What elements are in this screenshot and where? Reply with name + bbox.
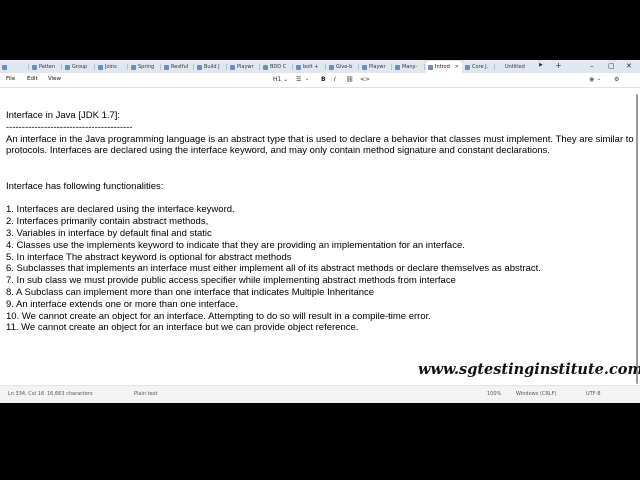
list-item: 2. Interfaces primarily contain abstract… [6,216,209,228]
doc-divider: ---------------------------------------- [6,121,133,133]
list-item: 4. Classes use the implements keyword to… [6,239,465,251]
tab[interactable]: Spring [129,61,161,73]
menu-bar: File Edit View H1 ⌄ ☰ ⌄ B I ⛓ <> ◉ ⌄ ⚙ [0,73,640,88]
doc-title: Interface in Java [JDK 1.7]: [6,110,121,121]
file-icon [465,64,470,70]
file-icon [32,64,37,70]
tab[interactable]: Patten [30,61,62,73]
copilot-icon[interactable]: ◉ [589,76,594,83]
new-tab-button[interactable]: + [555,61,562,71]
vertical-scrollbar[interactable] [634,88,640,388]
character-count: 16,663 characters [47,391,93,397]
file-icon [329,64,334,70]
tab[interactable] [0,61,29,73]
doc-intro-paragraph: An interface in the Java programming lan… [6,133,634,157]
tab[interactable]: Group [63,61,95,73]
menu-edit[interactable]: Edit [27,76,38,82]
list-item: 6. Subclasses that implements an interfa… [6,263,541,275]
file-icon [197,64,202,70]
file-icon [131,64,136,70]
chevron-right-icon[interactable]: ▶ [539,62,543,68]
list-icon[interactable]: ☰ [296,76,301,83]
heading-dropdown[interactable]: H1 ⌄ [273,76,288,83]
file-format[interactable]: Plain text [134,391,157,397]
tab[interactable]: BDD C [261,61,293,73]
list-item: 9. An interface extends one or more than… [6,298,238,310]
file-icon [65,64,70,70]
tab-active[interactable]: Introd ✕ [426,61,462,73]
line-ending[interactable]: Windows (CRLF) [516,391,556,397]
list-item: 7. In sub class we must provide public a… [6,275,456,287]
tab[interactable]: Core J. [463,61,495,73]
chevron-down-icon: ⌄ [283,76,289,83]
doc-subheading: Interface has following functionalities: [6,180,164,192]
tab[interactable]: Build J [195,61,227,73]
maximize-icon[interactable]: ▢ [608,61,615,71]
list-item: 1. Interfaces are declared using the int… [6,204,235,216]
tab[interactable]: Give-b [327,61,359,73]
list-item: 10. We cannot create an object for an in… [6,310,431,322]
tab[interactable]: Restful [162,61,194,73]
tab[interactable]: Playwr [228,61,260,73]
tab[interactable]: Many- [393,61,425,73]
minimize-icon[interactable]: – [590,61,594,71]
code-icon[interactable]: <> [360,76,370,83]
file-icon [164,64,169,70]
status-bar: Ln 334, Col 16 16,663 characters Plain t… [0,385,640,403]
list-item: 11. We cannot create an object for an in… [6,322,359,334]
file-icon [2,64,7,70]
chevron-down-icon[interactable]: ⌄ [305,76,309,83]
list-item: 8. A Subclass can implement more than on… [6,286,375,298]
file-icon [230,64,235,70]
file-icon [428,64,433,70]
settings-icon[interactable]: ⚙ [614,76,619,83]
file-icon [395,64,400,70]
file-icon [296,64,301,70]
notepad-window: Patten Group Joins Spring Restful Build … [0,60,640,403]
tab[interactable]: Joins [96,61,128,73]
close-tab-icon[interactable]: ✕ [455,64,459,70]
zoom-level[interactable]: 100% [487,391,501,397]
bold-button[interactable]: B [321,76,326,83]
tab[interactable]: Untitled [496,61,536,73]
list-item: 3. Variables in interface by default fin… [6,227,212,239]
file-icon [263,64,268,70]
close-window-icon[interactable]: ✕ [626,61,632,71]
tab-strip: Patten Group Joins Spring Restful Build … [0,60,640,73]
list-item: 5. In interface The abstract keyword is … [6,251,292,263]
menu-view[interactable]: View [48,76,61,82]
tab[interactable]: bolt + [294,61,326,73]
watermark: www.sgtestinginstitute.com [418,361,640,378]
encoding[interactable]: UTF-8 [586,391,601,397]
link-icon[interactable]: ⛓ [346,76,354,83]
italic-button[interactable]: I [334,76,336,83]
scroll-thumb[interactable] [636,94,638,384]
chevron-down-icon[interactable]: ⌄ [597,76,601,83]
file-icon [98,64,103,70]
file-icon [362,64,367,70]
menu-file[interactable]: File [6,76,15,82]
tab[interactable]: Playwr [360,61,392,73]
cursor-position: Ln 334, Col 16 [8,391,45,397]
document-text[interactable]: Interface in Java [JDK 1.7]: -----------… [6,110,634,334]
